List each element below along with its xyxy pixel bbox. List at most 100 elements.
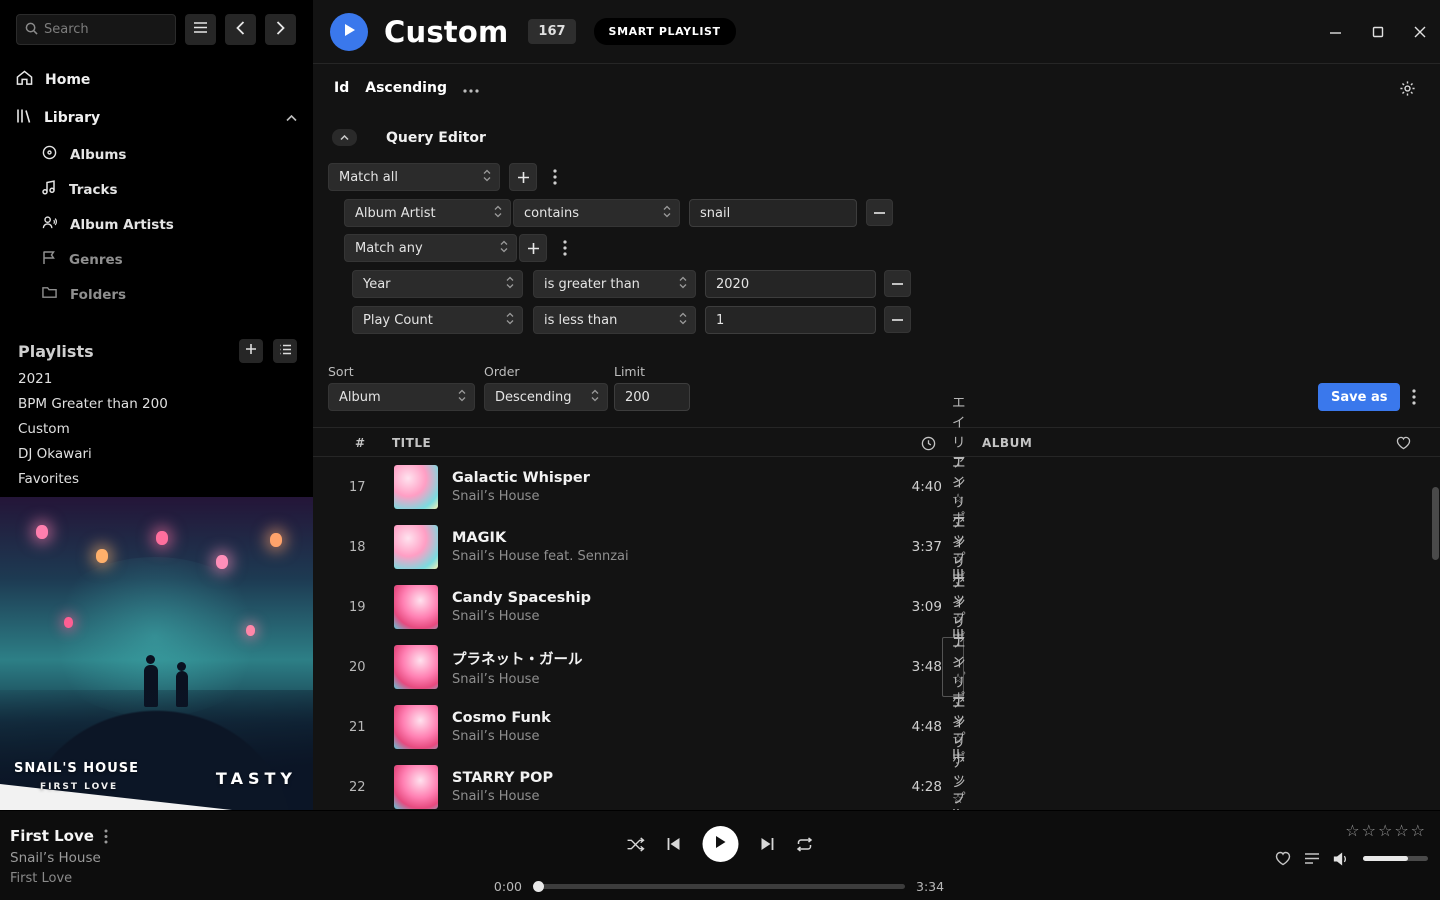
column-title[interactable]: TITLE — [392, 428, 431, 458]
table-row[interactable]: 17 Galactic Whisper Snail’s House 4:40 エ… — [313, 457, 1440, 517]
nav-forward-button[interactable] — [265, 14, 296, 45]
seek-bar[interactable] — [535, 884, 905, 889]
more-options-icon[interactable] — [463, 78, 479, 97]
star-icon[interactable]: ☆ — [1378, 823, 1392, 839]
maximize-button[interactable] — [1372, 26, 1384, 38]
transport-controls — [627, 826, 814, 862]
seek-thumb[interactable] — [533, 881, 544, 892]
playlist-item[interactable]: Custom — [0, 416, 313, 441]
track-art — [394, 705, 438, 749]
star-icon[interactable]: ☆ — [1345, 823, 1359, 839]
remove-rule1-button[interactable] — [866, 199, 893, 226]
remove-rule2-button[interactable] — [884, 270, 911, 297]
playlist-item[interactable]: DJ Okawari — [0, 441, 313, 466]
track-artist[interactable]: Snail’s House — [452, 729, 887, 744]
shuffle-button[interactable] — [627, 837, 646, 852]
now-playing-album[interactable]: First Love — [10, 871, 72, 886]
save-as-button[interactable]: Save as — [1318, 383, 1400, 411]
table-row[interactable]: 20 プラネット・ガール Snail’s House 3:48 エイリアン☆ポッ… — [313, 637, 1440, 697]
sidebar-item-library[interactable]: Library — [0, 99, 313, 137]
volume-slider[interactable] — [1363, 856, 1428, 861]
queue-button[interactable] — [1304, 852, 1320, 865]
root-match-select[interactable]: Match all — [328, 163, 500, 191]
star-icon[interactable]: ☆ — [1362, 823, 1376, 839]
chevron-up-icon[interactable] — [286, 110, 297, 126]
sidebar-item-genres[interactable]: Genres — [0, 242, 313, 277]
sort-direction[interactable]: Ascending — [365, 80, 447, 96]
track-title: プラネット・ガール — [452, 648, 887, 669]
table-row[interactable]: 19 Candy Spaceship Snail’s House 3:09 エイ… — [313, 577, 1440, 637]
playlist-list-button[interactable] — [273, 339, 297, 363]
favorite-button[interactable] — [1275, 851, 1291, 866]
order-select[interactable]: Descending — [484, 383, 608, 411]
smart-playlist-badge: SMART PLAYLIST — [594, 18, 736, 45]
select-caret-icon — [483, 169, 491, 186]
remove-rule3-button[interactable] — [884, 306, 911, 333]
menu-button[interactable] — [185, 14, 216, 45]
sidebar-item-albums[interactable]: Albums — [0, 137, 313, 172]
now-playing-artwork[interactable]: SNAIL'S HOUSE FIRST LOVE TASTY — [0, 497, 313, 810]
limit-input[interactable] — [614, 383, 690, 411]
add-playlist-button[interactable] — [239, 339, 263, 363]
figure-silhouette — [146, 655, 155, 664]
search-input[interactable] — [44, 22, 154, 37]
sort-select[interactable]: Album — [328, 383, 475, 411]
play-pause-button[interactable] — [703, 826, 739, 862]
track-artist[interactable]: Snail’s House — [452, 609, 887, 624]
sort-field[interactable]: Id — [334, 80, 349, 96]
track-artist[interactable]: Snail’s House — [452, 489, 887, 504]
now-playing-title[interactable]: First Love — [10, 827, 94, 845]
table-row[interactable]: 22 STARRY POP Snail’s House 4:28 エイリアン☆ポ… — [313, 757, 1440, 810]
add-group-rule-button[interactable] — [519, 234, 547, 262]
rule3-value-input[interactable] — [705, 306, 876, 334]
group-match-select[interactable]: Match any — [344, 234, 517, 262]
nav-back-button[interactable] — [225, 14, 256, 45]
rule1-operator-select[interactable]: contains — [513, 199, 680, 227]
rule-group-menu-icon[interactable] — [546, 163, 564, 191]
previous-button[interactable] — [667, 837, 682, 851]
playlist-item[interactable]: Favorites — [0, 466, 313, 491]
group-menu-icon[interactable] — [556, 234, 574, 262]
close-button[interactable] — [1414, 26, 1426, 38]
table-row[interactable]: 18 MAGIK Snail’s House feat. Sennzai 3:3… — [313, 517, 1440, 577]
track-artist[interactable]: Snail’s House — [452, 789, 887, 804]
rule2-value-input[interactable] — [705, 270, 876, 298]
now-playing-artist[interactable]: Snail’s House — [10, 850, 101, 866]
search-box[interactable] — [16, 14, 176, 45]
sidebar-item-tracks[interactable]: Tracks — [0, 172, 313, 207]
repeat-button[interactable] — [796, 837, 814, 852]
save-menu-icon[interactable] — [1405, 383, 1423, 411]
rule3-field-select[interactable]: Play Count — [352, 306, 523, 334]
column-album[interactable]: ALBUM — [982, 428, 1032, 458]
next-button[interactable] — [760, 837, 775, 851]
rule1-value-input[interactable] — [689, 199, 857, 227]
track-album-cell[interactable]: エイリアン☆ポップ II — [942, 757, 964, 810]
minimize-button[interactable] — [1329, 26, 1342, 39]
star-icon[interactable]: ☆ — [1411, 823, 1425, 839]
rule1-field-select[interactable]: Album Artist — [344, 199, 511, 227]
playlist-item[interactable]: BPM Greater than 200 — [0, 391, 313, 416]
duration-clock-icon[interactable] — [921, 428, 936, 458]
star-icon[interactable]: ☆ — [1394, 823, 1408, 839]
favorite-heart-icon[interactable] — [1396, 428, 1411, 458]
playlist-item[interactable]: 2021 — [0, 366, 313, 391]
track-artist[interactable]: Snail’s House feat. Sennzai — [452, 549, 887, 564]
sidebar-toolbar — [0, 0, 313, 59]
table-row[interactable]: 21 Cosmo Funk Snail’s House 4:48 エイリアン☆ポ… — [313, 697, 1440, 757]
play-playlist-button[interactable] — [330, 13, 368, 51]
settings-gear-icon[interactable] — [1399, 80, 1416, 101]
sidebar-item-folders[interactable]: Folders — [0, 277, 313, 312]
scrollbar-thumb[interactable] — [1432, 487, 1439, 560]
query-editor-collapse-button[interactable] — [332, 129, 357, 146]
main-content: Custom 167 SMART PLAYLIST Id Ascending — [313, 0, 1440, 810]
column-index[interactable]: # — [355, 428, 366, 458]
rule2-operator-select[interactable]: is greater than — [533, 270, 696, 298]
track-menu-icon[interactable] — [104, 829, 108, 844]
sidebar-item-album-artists[interactable]: Album Artists — [0, 207, 313, 242]
add-rule-button[interactable] — [509, 163, 537, 191]
volume-icon[interactable] — [1333, 852, 1350, 866]
rule3-operator-select[interactable]: is less than — [533, 306, 696, 334]
track-artist[interactable]: Snail’s House — [452, 672, 887, 687]
rule2-field-select[interactable]: Year — [352, 270, 523, 298]
sidebar-item-home[interactable]: Home — [0, 61, 313, 99]
